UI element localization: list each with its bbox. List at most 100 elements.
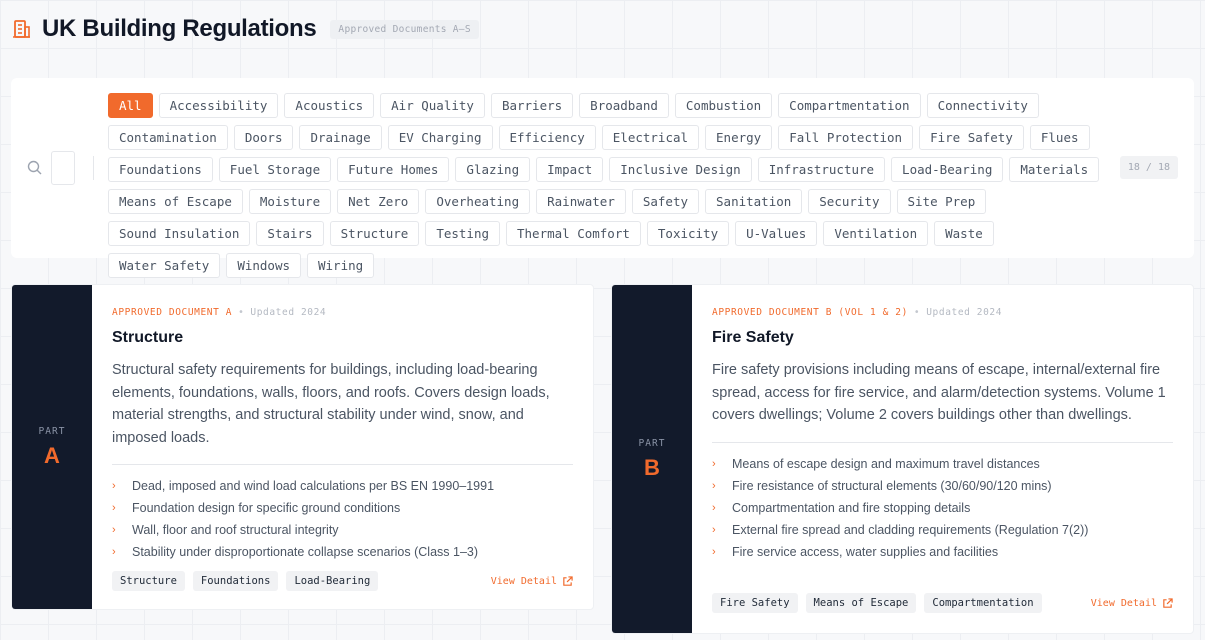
filter-tag-combustion[interactable]: Combustion [674, 93, 773, 118]
filter-tag-site-prep[interactable]: Site Prep [896, 189, 987, 214]
filter-tag-inclusive-design[interactable]: Inclusive Design [609, 157, 752, 182]
chevron-right-icon: › [712, 479, 716, 492]
filter-tag-energy[interactable]: Energy [705, 125, 773, 150]
filter-tag-thermal-comfort[interactable]: Thermal Comfort [506, 221, 641, 246]
bullet-list: › Means of escape design and maximum trav… [712, 453, 1173, 563]
card-description: Structural safety requirements for build… [112, 362, 550, 446]
doc-meta: APPROVED DOCUMENT A • Updated 2024 [112, 307, 573, 318]
filter-tag-windows[interactable]: Windows [226, 253, 301, 278]
divider [712, 441, 1173, 443]
filter-tag-overheating[interactable]: Overheating [425, 189, 531, 214]
chevron-right-icon: › [112, 480, 116, 492]
filter-tag-structure[interactable]: Structure [329, 221, 420, 246]
chevron-right-icon: › [112, 502, 116, 514]
filter-tag-efficiency[interactable]: Efficiency [498, 125, 596, 150]
chevron-right-icon: › [112, 524, 116, 536]
category-chip[interactable]: Compartmentation [924, 593, 1042, 613]
separator-dot: • [238, 307, 245, 318]
filter-tag-moisture[interactable]: Moisture [248, 189, 332, 214]
page-header: UK Building Regulations Approved Documen… [10, 12, 479, 46]
filter-tag-security[interactable]: Security [808, 189, 891, 214]
card-description: Fire safety provisions including means o… [712, 362, 1166, 423]
updated-date: Updated 2024 [250, 307, 327, 318]
filter-tag-sanitation[interactable]: Sanitation [705, 189, 803, 214]
filter-tag-ventilation[interactable]: Ventilation [823, 221, 929, 246]
filter-tag-glazing[interactable]: Glazing [455, 157, 531, 182]
filter-tag-accessibility[interactable]: Accessibility [158, 93, 279, 118]
filter-tag-net-zero[interactable]: Net Zero [337, 189, 420, 214]
external-link-icon [1163, 597, 1173, 608]
chevron-right-icon: › [712, 545, 716, 558]
card-body: APPROVED DOCUMENT B (VOL 1 & 2) • Update… [712, 285, 1173, 633]
part-strip: PART B [612, 285, 692, 633]
filter-tag-means-of-escape[interactable]: Means of Escape [108, 189, 243, 214]
filter-tag-foundations[interactable]: Foundations [108, 157, 213, 182]
filter-tag-sound-insulation[interactable]: Sound Insulation [108, 221, 251, 246]
filter-tag-flues[interactable]: Flues [1029, 125, 1090, 150]
doc-label: APPROVED DOCUMENT B (VOL 1 & 2) [712, 307, 908, 318]
list-item: › Fire service access, water supplies and… [712, 541, 1173, 563]
filter-tag-fire-safety[interactable]: Fire Safety [919, 125, 1024, 150]
filter-tag-acoustics[interactable]: Acoustics [284, 93, 375, 118]
filter-tag-toxicity[interactable]: Toxicity [646, 221, 730, 246]
bullet-list: › Dead, imposed and wind load calculation… [112, 475, 573, 563]
filter-tag-broadband[interactable]: Broadband [579, 93, 669, 118]
chevron-right-icon: › [112, 546, 116, 558]
document-card-b[interactable]: PART B APPROVED DOCUMENT B (VOL 1 & 2) •… [611, 284, 1194, 634]
filter-tag-contamination[interactable]: Contamination [108, 125, 228, 150]
filter-tag-infrastructure[interactable]: Infrastructure [757, 157, 886, 182]
filter-tag-connectivity[interactable]: Connectivity [926, 93, 1039, 118]
filter-tag-list: All Accessibility Acoustics Air Quality Barr… [108, 93, 1108, 278]
filter-tag-all[interactable]: All [108, 93, 153, 118]
chevron-right-icon: › [712, 457, 716, 470]
filter-tag-water-safety[interactable]: Water Safety [108, 253, 221, 278]
divider [93, 156, 94, 180]
filter-tag-materials[interactable]: Materials [1009, 157, 1100, 182]
filter-tag-wiring[interactable]: Wiring [307, 253, 375, 278]
list-item: › External fire spread and cladding requi… [712, 519, 1173, 541]
category-chip[interactable]: Structure [112, 571, 185, 591]
category-chip[interactable]: Fire Safety [712, 593, 798, 613]
search-input[interactable] [51, 151, 75, 185]
filter-tag-stairs[interactable]: Stairs [256, 221, 324, 246]
filter-tag-rainwater[interactable]: Rainwater [536, 189, 626, 214]
category-chip[interactable]: Means of Escape [805, 593, 917, 613]
filter-panel: All Accessibility Acoustics Air Quality Barr… [11, 78, 1194, 278]
chip-list: Fire Safety Means of Escape Compartmenta… [712, 593, 1042, 613]
list-item: › Fire resistance of structural elements … [712, 475, 1173, 497]
part-letter: B [644, 454, 660, 480]
filter-tag-fall-protection[interactable]: Fall Protection [778, 125, 914, 150]
filter-tag-barriers[interactable]: Barriers [490, 93, 574, 118]
part-label: PART [38, 425, 66, 437]
filter-tag-waste[interactable]: Waste [934, 221, 994, 246]
list-item: › Stability under disproportionate collap… [112, 541, 573, 563]
category-chip[interactable]: Foundations [192, 571, 279, 591]
view-detail-link[interactable]: View Detail [1091, 598, 1173, 609]
category-chip[interactable]: Load-Bearing [286, 571, 379, 591]
filter-tag-ev-charging[interactable]: EV Charging [387, 125, 493, 150]
chevron-right-icon: › [712, 523, 716, 536]
filter-tag-fuel-storage[interactable]: Fuel Storage [218, 157, 332, 182]
document-card-a[interactable]: PART A APPROVED DOCUMENT A • Updated 202… [11, 284, 594, 610]
filter-tag-impact[interactable]: Impact [536, 157, 604, 182]
filter-tag-testing[interactable]: Testing [425, 221, 500, 246]
list-item: › Means of escape design and maximum trav… [712, 453, 1173, 475]
filter-tag-compartmentation[interactable]: Compartmentation [778, 93, 921, 118]
filter-tag-u-values[interactable]: U-Values [735, 221, 818, 246]
card-title: Fire Safety [712, 329, 794, 346]
filter-tag-electrical[interactable]: Electrical [601, 125, 700, 150]
view-detail-link[interactable]: View Detail [491, 576, 573, 587]
filter-tag-drainage[interactable]: Drainage [299, 125, 382, 150]
updated-date: Updated 2024 [926, 307, 1003, 318]
list-item: › Dead, imposed and wind load calculation… [112, 475, 573, 497]
search-icon[interactable] [27, 160, 43, 176]
filter-tag-doors[interactable]: Doors [233, 125, 294, 150]
part-letter: A [44, 442, 60, 468]
separator-dot: • [913, 307, 921, 318]
filter-tag-load-bearing[interactable]: Load-Bearing [891, 157, 1004, 182]
page-title: UK Building Regulations [42, 15, 317, 42]
part-strip: PART A [12, 285, 92, 609]
filter-tag-safety[interactable]: Safety [631, 189, 700, 214]
filter-tag-air-quality[interactable]: Air Quality [380, 93, 485, 118]
filter-tag-future-homes[interactable]: Future Homes [337, 157, 450, 182]
